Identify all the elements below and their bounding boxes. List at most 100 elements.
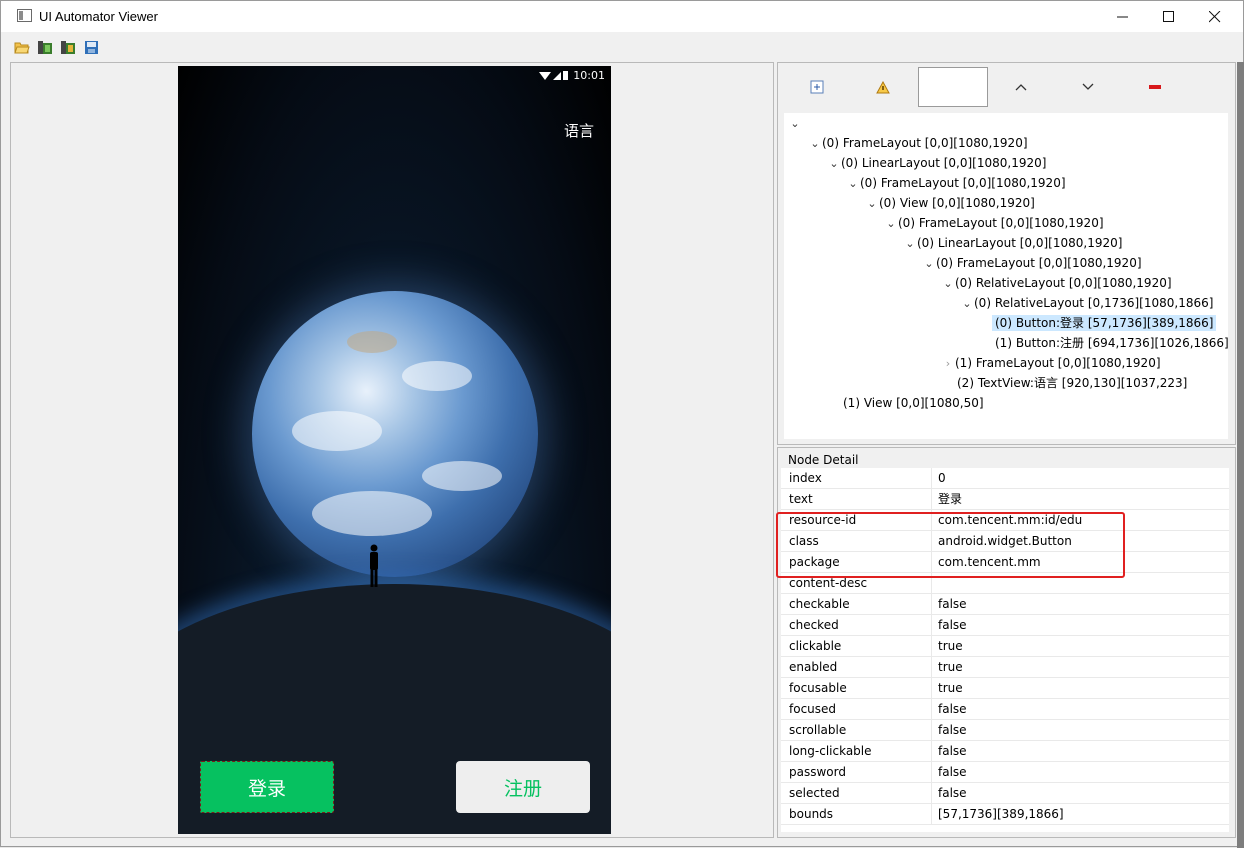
tree-node[interactable]: ⌄ (0) LinearLayout [0,0][1080,1920]: [827, 153, 1046, 173]
annotation-highlight: [776, 512, 1125, 578]
node-detail-key: password: [781, 761, 932, 783]
hierarchy-panel: ⌄ ⌄ (0) FrameLayout [0,0][1080,1920] ⌄ (0)…: [777, 62, 1236, 445]
minus-icon: [1149, 85, 1161, 89]
save-icon: [85, 41, 98, 54]
node-detail-row[interactable]: long-clickable false: [781, 740, 1229, 762]
open-folder-icon: [14, 42, 30, 54]
node-detail-value: false: [938, 722, 967, 737]
node-detail-value: 0: [938, 470, 946, 485]
tree-node[interactable]: › (1) FrameLayout [0,0][1080,1920]: [941, 353, 1161, 373]
node-detail-row[interactable]: checkable false: [781, 593, 1229, 615]
chevron-down-icon: ⌄: [943, 277, 953, 290]
node-detail-value: false: [938, 617, 967, 632]
tree-node[interactable]: ⌄ (0) LinearLayout [0,0][1080,1920]: [903, 233, 1122, 253]
device-screenshot[interactable]: 10:01 语言 登录 注册: [178, 66, 611, 834]
chevron-down-icon: ⌄: [924, 257, 934, 270]
open-folder-button[interactable]: [14, 40, 30, 55]
node-detail-row[interactable]: clickable true: [781, 635, 1229, 657]
node-detail-key: index: [781, 467, 932, 489]
tree-node[interactable]: ⌄ (0) RelativeLayout [0,1736][1080,1866]: [960, 293, 1213, 313]
expand-all-icon: [810, 80, 824, 94]
node-detail-key: checkable: [781, 593, 932, 615]
chevron-down-icon: ⌄: [886, 217, 896, 230]
node-detail-row[interactable]: enabled true: [781, 656, 1229, 678]
device-screenshot-compressed-icon: [61, 41, 75, 54]
expand-all-button[interactable]: [806, 67, 828, 107]
tree-node[interactable]: (1) View [0,0][1080,50]: [843, 393, 984, 413]
chevron-down-icon: [1082, 83, 1094, 90]
tree-node[interactable]: ⌄ (0) FrameLayout [0,0][1080,1920]: [808, 133, 1027, 153]
node-detail-key: text: [781, 488, 932, 510]
title-bar: UI Automator Viewer: [1, 1, 1243, 32]
desktop-background: [1237, 62, 1244, 848]
device-screenshot-compressed-button[interactable]: [60, 40, 76, 55]
node-detail-row[interactable]: bounds [57,1736][389,1866]: [781, 803, 1229, 825]
tree-node[interactable]: ⌄ (0) FrameLayout [0,0][1080,1920]: [922, 253, 1141, 273]
close-button[interactable]: [1192, 1, 1238, 32]
tree-root-toggle[interactable]: ⌄: [788, 113, 802, 133]
node-detail-row[interactable]: selected false: [781, 782, 1229, 804]
chevron-down-icon: ⌄: [867, 197, 877, 210]
tree-node[interactable]: ⌄ (0) FrameLayout [0,0][1080,1920]: [846, 173, 1065, 193]
login-button[interactable]: 登录: [200, 761, 334, 813]
app-icon: [17, 9, 32, 22]
node-detail-row[interactable]: text 登录: [781, 488, 1229, 510]
node-detail-value: true: [938, 659, 963, 674]
chevron-up-icon: [1015, 84, 1027, 91]
tree-node[interactable]: ⌄ (0) FrameLayout [0,0][1080,1920]: [884, 213, 1103, 233]
save-button[interactable]: [84, 40, 100, 55]
chevron-right-icon: ›: [945, 357, 951, 370]
tree-node-selected[interactable]: (0) Button:登录 [57,1736][389,1866]: [992, 313, 1217, 333]
node-detail-key: bounds: [781, 803, 932, 825]
node-detail-value: false: [938, 701, 967, 716]
node-detail-value: false: [938, 596, 967, 611]
node-detail-row[interactable]: scrollable false: [781, 719, 1229, 741]
device-screenshot-button[interactable]: [37, 40, 53, 55]
tree-node[interactable]: (2) TextView:语言 [920,130][1037,223]: [957, 373, 1187, 393]
main-toolbar: [1, 32, 1243, 61]
node-detail-key: clickable: [781, 635, 932, 657]
status-bar: 10:01: [539, 69, 605, 82]
maximize-icon: [1163, 10, 1174, 22]
node-detail-value: false: [938, 743, 967, 758]
toggle-nafs-button[interactable]: [872, 67, 894, 107]
node-detail-row[interactable]: focusable true: [781, 677, 1229, 699]
node-detail-title: Node Detail: [788, 453, 859, 467]
tree-node[interactable]: ⌄ (0) RelativeLayout [0,0][1080,1920]: [941, 273, 1171, 293]
node-detail-key: focused: [781, 698, 932, 720]
person-silhouette-icon: [370, 544, 378, 587]
status-time: 10:01: [573, 69, 605, 82]
chevron-down-icon: ⌄: [810, 137, 820, 150]
previous-node-button[interactable]: [1010, 67, 1032, 107]
tree-node[interactable]: ⌄ (0) View [0,0][1080,1920]: [865, 193, 1034, 213]
node-detail-row[interactable]: focused false: [781, 698, 1229, 720]
minimize-icon: [1117, 16, 1128, 17]
maximize-button[interactable]: [1146, 1, 1192, 32]
node-detail-value: true: [938, 680, 963, 695]
chevron-down-icon: ⌄: [962, 297, 972, 310]
collapse-button[interactable]: [1144, 67, 1166, 107]
signal-wifi-icon: [539, 71, 569, 80]
node-detail-row[interactable]: index 0: [781, 467, 1229, 489]
node-detail-key: selected: [781, 782, 932, 804]
hierarchy-tree[interactable]: ⌄ ⌄ (0) FrameLayout [0,0][1080,1920] ⌄ (0)…: [784, 113, 1229, 439]
node-detail-row[interactable]: checked false: [781, 614, 1229, 636]
node-detail-value: 登录: [938, 491, 963, 506]
language-link[interactable]: 语言: [564, 120, 594, 141]
node-detail-value: true: [938, 638, 963, 653]
node-detail-row[interactable]: password false: [781, 761, 1229, 783]
warning-icon: [876, 80, 890, 93]
node-detail-key: checked: [781, 614, 932, 636]
chevron-down-icon: ⌄: [829, 157, 839, 170]
filter-box[interactable]: [918, 67, 988, 107]
next-node-button[interactable]: [1077, 67, 1099, 107]
chevron-down-icon: ⌄: [905, 237, 915, 250]
node-detail-panel: Node Detail index 0 text 登录 resource-id com.t…: [777, 447, 1236, 838]
chevron-down-icon: ⌄: [848, 177, 858, 190]
minimize-button[interactable]: [1100, 1, 1146, 32]
earth-image: [252, 291, 538, 577]
tree-node[interactable]: (1) Button:注册 [694,1736][1026,1866]: [995, 333, 1229, 353]
node-detail-value: false: [938, 764, 967, 779]
node-detail-key: long-clickable: [781, 740, 932, 762]
register-button[interactable]: 注册: [456, 761, 590, 813]
